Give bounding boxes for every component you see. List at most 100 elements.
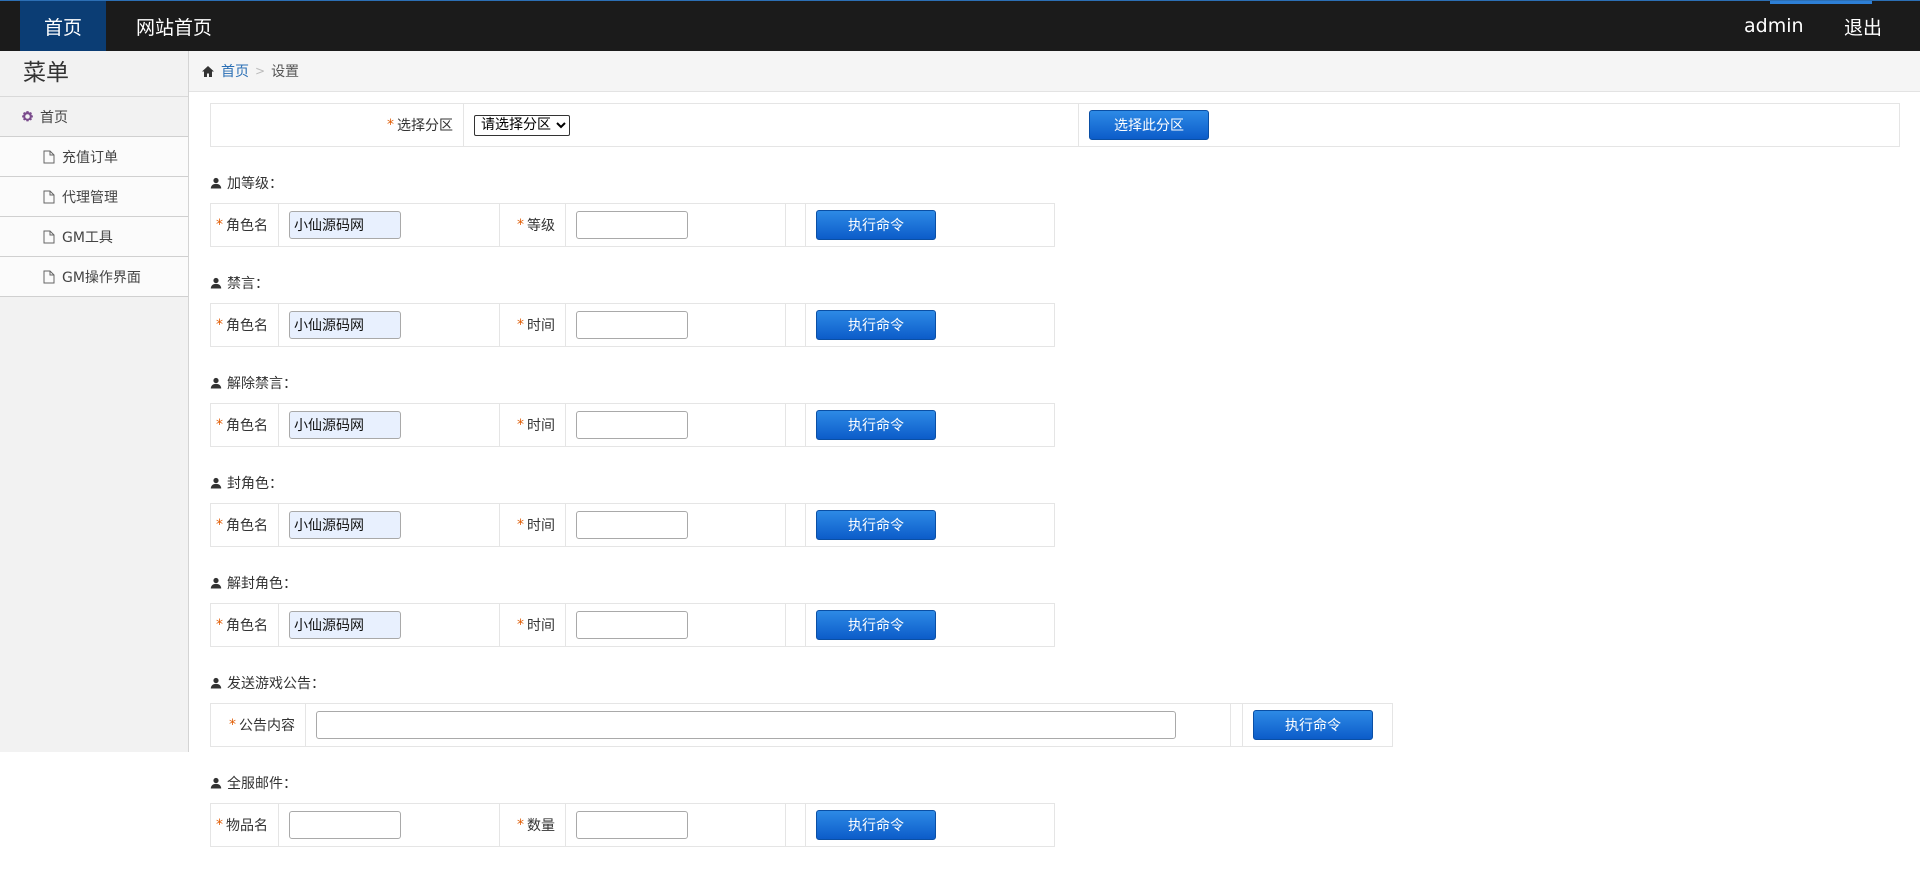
user-icon — [210, 277, 222, 289]
execute-command-button[interactable]: 执行命令 — [1253, 710, 1373, 740]
logout-link[interactable]: 退出 — [1828, 1, 1898, 51]
server-label-cell: * 选择分区 — [211, 104, 464, 146]
required-mark: * — [229, 717, 236, 733]
execute-command-button[interactable]: 执行命令 — [816, 610, 936, 640]
role-name-input[interactable] — [289, 611, 401, 639]
breadcrumb-separator: > — [255, 64, 266, 78]
required-mark: * — [387, 117, 394, 133]
document-icon — [42, 270, 56, 284]
item-name-input-cell — [279, 804, 500, 846]
user-icon — [210, 577, 222, 589]
spacer-cell — [786, 204, 806, 246]
required-mark: * — [216, 617, 223, 633]
document-icon — [42, 150, 56, 164]
user-menu[interactable]: admin — [1728, 1, 1820, 51]
server-select-table: * 选择分区 请选择分区 选择此分区 — [210, 103, 1900, 147]
unmute-form: *角色名 *时间 执行命令 — [210, 403, 1055, 447]
role-name-input[interactable] — [289, 211, 401, 239]
sidebar-item-label: 代理管理 — [62, 189, 118, 206]
server-mail-form: * 物品名 * 数量 执行命令 — [210, 803, 1055, 847]
breadcrumb-home-link[interactable]: 首页 — [221, 61, 249, 81]
execute-command-button[interactable]: 执行命令 — [816, 410, 936, 440]
time-input-cell — [566, 404, 786, 446]
required-mark: * — [517, 617, 524, 633]
section-title-text: 封角色： — [227, 476, 283, 492]
role-name-label-cell: * 角色名 — [211, 404, 279, 446]
server-select-cell: 请选择分区 — [464, 104, 1079, 146]
time-label: 时间 — [527, 618, 555, 634]
role-name-input-cell — [279, 204, 500, 246]
role-name-label-cell: * 角色名 — [211, 604, 279, 646]
button-cell: 执行命令 — [806, 404, 1054, 446]
time-input[interactable] — [576, 611, 688, 639]
spacer-cell — [786, 604, 806, 646]
time-label: 时间 — [527, 318, 555, 334]
execute-command-button[interactable]: 执行命令 — [816, 510, 936, 540]
role-name-input[interactable] — [289, 411, 401, 439]
user-icon — [210, 477, 222, 489]
role-name-label: 角色名 — [226, 518, 268, 534]
breadcrumb-current: 设置 — [271, 64, 300, 80]
execute-command-button[interactable]: 执行命令 — [816, 310, 936, 340]
quantity-input[interactable] — [576, 811, 688, 839]
spacer-cell — [786, 304, 806, 346]
server-label: 选择分区 — [397, 118, 453, 134]
time-input[interactable] — [576, 411, 688, 439]
notice-label-cell: * 公告内容 — [211, 704, 306, 746]
section-title-game-notice: 发送游戏公告： — [210, 673, 325, 693]
sidebar-item-label: GM工具 — [62, 229, 113, 246]
time-label: 时间 — [527, 418, 555, 434]
role-name-input-cell — [279, 504, 500, 546]
time-input-cell — [566, 604, 786, 646]
sidebar-item-gm-console[interactable]: GM操作界面 — [0, 257, 188, 297]
sidebar: 菜单 首页 充值订单 代理管理 GM工具 GM操作界面 — [0, 51, 189, 752]
required-mark: * — [216, 217, 223, 233]
unban-role-form: *角色名 *时间 执行命令 — [210, 603, 1055, 647]
user-icon — [210, 377, 222, 389]
time-label-cell: * 时间 — [500, 504, 566, 546]
select-server-button[interactable]: 选择此分区 — [1089, 110, 1209, 140]
item-name-input[interactable] — [289, 811, 401, 839]
sidebar-item-recharge-orders[interactable]: 充值订单 — [0, 137, 188, 177]
section-title-text: 禁言： — [227, 276, 269, 292]
user-icon — [210, 677, 222, 689]
required-mark: * — [517, 817, 524, 833]
notice-input-cell — [306, 704, 1231, 746]
section-title-unban-role: 解封角色： — [210, 573, 297, 593]
sidebar-item-gm-tools[interactable]: GM工具 — [0, 217, 188, 257]
section-title-text: 全服邮件： — [227, 776, 297, 792]
document-icon — [42, 230, 56, 244]
item-name-label-cell: * 物品名 — [211, 804, 279, 846]
button-cell: 执行命令 — [806, 804, 1054, 846]
level-input[interactable] — [576, 211, 688, 239]
time-input[interactable] — [576, 311, 688, 339]
role-name-input-cell — [279, 304, 500, 346]
section-title-text: 发送游戏公告： — [227, 676, 325, 692]
nav-home-link[interactable]: 首页 — [20, 1, 106, 51]
spacer-cell — [786, 804, 806, 846]
notice-content-input[interactable] — [316, 711, 1176, 739]
section-title-mute: 禁言： — [210, 273, 269, 293]
breadcrumb: 首页 > 设置 — [189, 51, 1920, 92]
button-cell: 执行命令 — [1243, 704, 1392, 746]
role-name-input[interactable] — [289, 511, 401, 539]
time-label-cell: * 时间 — [500, 304, 566, 346]
time-input[interactable] — [576, 511, 688, 539]
game-notice-form: * 公告内容 执行命令 — [210, 703, 1393, 747]
role-name-input[interactable] — [289, 311, 401, 339]
execute-command-button[interactable]: 执行命令 — [816, 210, 936, 240]
sidebar-item-agent-management[interactable]: 代理管理 — [0, 177, 188, 217]
item-name-label: 物品名 — [226, 818, 268, 834]
role-name-label: 角色名 — [226, 318, 268, 334]
sidebar-item-home[interactable]: 首页 — [0, 97, 188, 137]
role-name-label: 角色名 — [226, 218, 268, 234]
spacer-cell — [786, 504, 806, 546]
time-input-cell — [566, 504, 786, 546]
sidebar-title: 菜单 — [0, 51, 188, 97]
section-title-server-mail: 全服邮件： — [210, 773, 297, 793]
role-name-label-cell: * 角色名 — [211, 204, 279, 246]
server-select[interactable]: 请选择分区 — [474, 114, 570, 136]
execute-command-button[interactable]: 执行命令 — [816, 810, 936, 840]
nav-site-home-link[interactable]: 网站首页 — [120, 1, 228, 51]
level-label: 等级 — [527, 218, 555, 234]
